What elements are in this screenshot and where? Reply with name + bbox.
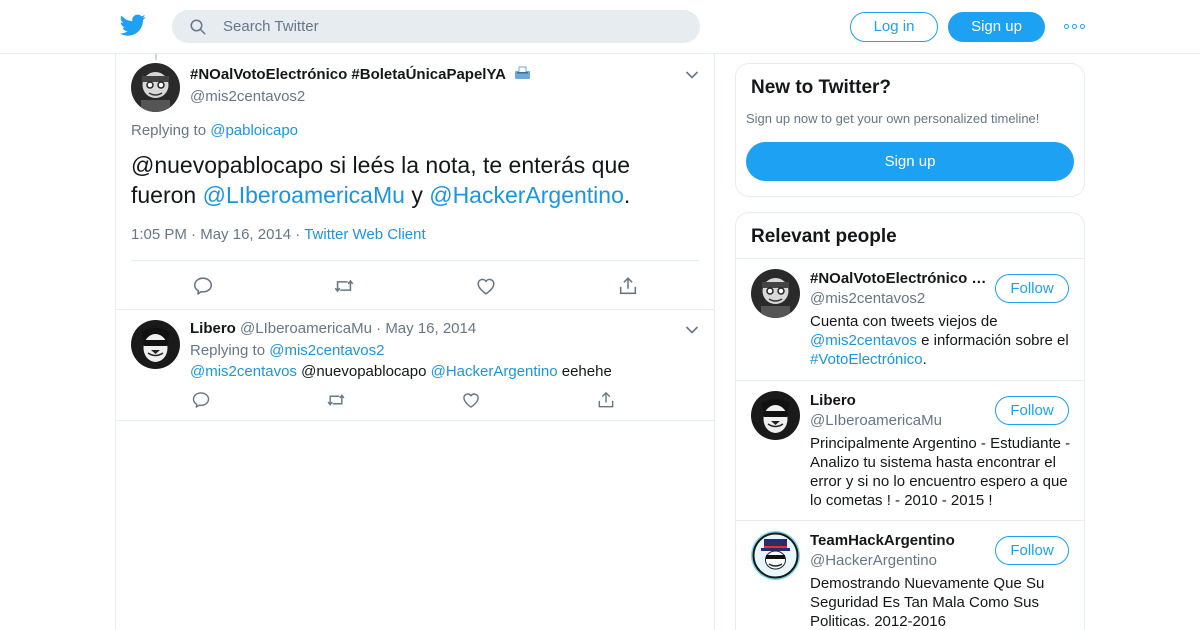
retweet-icon[interactable] xyxy=(326,390,346,410)
replying-to: Replying to @pabloicapo xyxy=(131,122,298,139)
mention-link[interactable]: @LIberoamericaMu xyxy=(203,182,405,208)
share-icon[interactable] xyxy=(617,275,639,297)
signup-button[interactable]: Sign up xyxy=(746,142,1074,181)
new-to-twitter-card: New to Twitter? Sign up now to get your … xyxy=(735,63,1085,197)
person-bio: Cuenta con tweets viejos de @mis2centavo… xyxy=(810,312,1074,369)
replying-prefix: Replying to xyxy=(190,342,266,359)
replying-to-link[interactable]: @mis2centavos2 xyxy=(269,342,384,359)
search-icon xyxy=(190,19,206,35)
timeline-column: #NOalVotoElectrónico #BoletaÚnicaPapelYA… xyxy=(115,54,715,630)
tweet-date[interactable]: May 16, 2014 xyxy=(385,320,476,337)
chevron-down-icon[interactable] xyxy=(685,325,699,335)
replying-to: Replying to @mis2centavos2 xyxy=(190,342,385,359)
person-name[interactable]: #NOalVotoElectrónico #... xyxy=(810,270,990,287)
replying-prefix: Replying to xyxy=(131,122,207,139)
tweet-text-end: . xyxy=(623,182,631,208)
person-item: TeamHackArgentino @HackerArgentino Follo… xyxy=(736,521,1084,630)
share-icon[interactable] xyxy=(596,390,616,410)
avatar[interactable] xyxy=(751,531,800,580)
meta-separator: · xyxy=(295,226,301,243)
like-heart-icon[interactable] xyxy=(461,390,481,410)
author-handle[interactable]: @mis2centavos2 xyxy=(190,88,305,105)
person-item: Libero @LIberoamericaMu Follow Principal… xyxy=(736,381,1084,521)
bio-text: . xyxy=(922,351,927,368)
person-handle[interactable]: @LIberoamericaMu xyxy=(810,412,942,429)
mention-link[interactable]: @mis2centavos xyxy=(190,363,297,380)
card-title: Relevant people xyxy=(751,226,897,247)
tweet-text-part: @nuevopablocapo xyxy=(301,363,427,380)
bio-text: Cuenta con tweets viejos de xyxy=(810,313,998,330)
avatar[interactable] xyxy=(131,320,180,369)
tweet-date[interactable]: May 16, 2014 xyxy=(200,226,291,243)
avatar[interactable] xyxy=(751,269,800,318)
top-navigation-bar: Log in Sign up xyxy=(0,0,1200,54)
person-name[interactable]: TeamHackArgentino xyxy=(810,532,990,549)
person-name[interactable]: Libero xyxy=(810,392,990,409)
reply-tweet[interactable]: Libero @LIberoamericaMu · May 16, 2014 R… xyxy=(116,310,714,421)
tweet-text: @mis2centavos @nuevopablocapo @HackerArg… xyxy=(190,363,612,380)
card-title: New to Twitter? xyxy=(751,77,892,98)
tweet-text-part: eehehe xyxy=(561,363,612,380)
author-name[interactable]: #NOalVotoElectrónico #BoletaÚnicaPapelYA xyxy=(190,66,531,83)
tweet-text: @nuevopablocapo si leés la nota, te ente… xyxy=(131,150,691,210)
bio-text: e información sobre el xyxy=(921,332,1069,349)
follow-button[interactable]: Follow xyxy=(995,274,1069,303)
ballot-box-icon xyxy=(514,66,530,79)
person-bio: Demostrando Nuevamente Que Su Seguridad … xyxy=(810,575,1045,630)
reply-icon[interactable] xyxy=(192,275,214,297)
focused-tweet: #NOalVotoElectrónico #BoletaÚnicaPapelYA… xyxy=(116,54,714,310)
bio-link[interactable]: @mis2centavos xyxy=(810,332,917,349)
meta-separator: · xyxy=(191,226,197,243)
mention-link[interactable]: @HackerArgentino xyxy=(431,363,558,380)
mention-link[interactable]: @HackerArgentino xyxy=(429,182,624,208)
author-handle[interactable]: @LIberoamericaMu xyxy=(240,320,372,337)
person-bio: Principalmente Argentino - Estudiante - … xyxy=(810,435,1071,509)
chevron-down-icon[interactable] xyxy=(685,70,699,80)
person-item: #NOalVotoElectrónico #... @mis2centavos2… xyxy=(736,259,1084,381)
search-input[interactable] xyxy=(223,11,683,42)
tweet-time[interactable]: 1:05 PM xyxy=(131,226,187,243)
login-button[interactable]: Log in xyxy=(850,12,938,42)
hashtag-link[interactable]: #VotoElectrónico xyxy=(810,351,923,368)
reply-header: Libero @LIberoamericaMu · May 16, 2014 xyxy=(190,320,476,337)
retweet-icon[interactable] xyxy=(333,275,355,297)
author-name[interactable]: Libero xyxy=(190,320,236,337)
avatar[interactable] xyxy=(751,391,800,440)
author-name-text[interactable]: #NOalVotoElectrónico #BoletaÚnicaPapelYA xyxy=(190,66,505,83)
avatar[interactable] xyxy=(131,63,180,112)
signup-button[interactable]: Sign up xyxy=(948,12,1045,42)
card-subtitle: Sign up now to get your own personalized… xyxy=(746,111,1040,126)
person-handle[interactable]: @mis2centavos2 xyxy=(810,290,925,307)
tweet-text-part: y xyxy=(411,182,423,208)
tweet-metadata: 1:05 PM · May 16, 2014 · Twitter Web Cli… xyxy=(131,226,426,243)
relevant-people-card: Relevant people #NOalVotoElectrónico #..… xyxy=(735,212,1085,630)
client-link[interactable]: Twitter Web Client xyxy=(304,226,425,243)
divider xyxy=(131,260,699,261)
follow-button[interactable]: Follow xyxy=(995,536,1069,565)
like-heart-icon[interactable] xyxy=(475,275,497,297)
replying-to-link[interactable]: @pabloicapo xyxy=(210,122,298,139)
twitter-bird-icon[interactable] xyxy=(120,12,146,38)
more-dots-icon[interactable] xyxy=(1064,17,1086,37)
follow-button[interactable]: Follow xyxy=(995,396,1069,425)
person-handle[interactable]: @HackerArgentino xyxy=(810,552,937,569)
search-box[interactable] xyxy=(172,10,700,43)
reply-icon[interactable] xyxy=(191,390,211,410)
meta-separator: · xyxy=(376,320,382,337)
